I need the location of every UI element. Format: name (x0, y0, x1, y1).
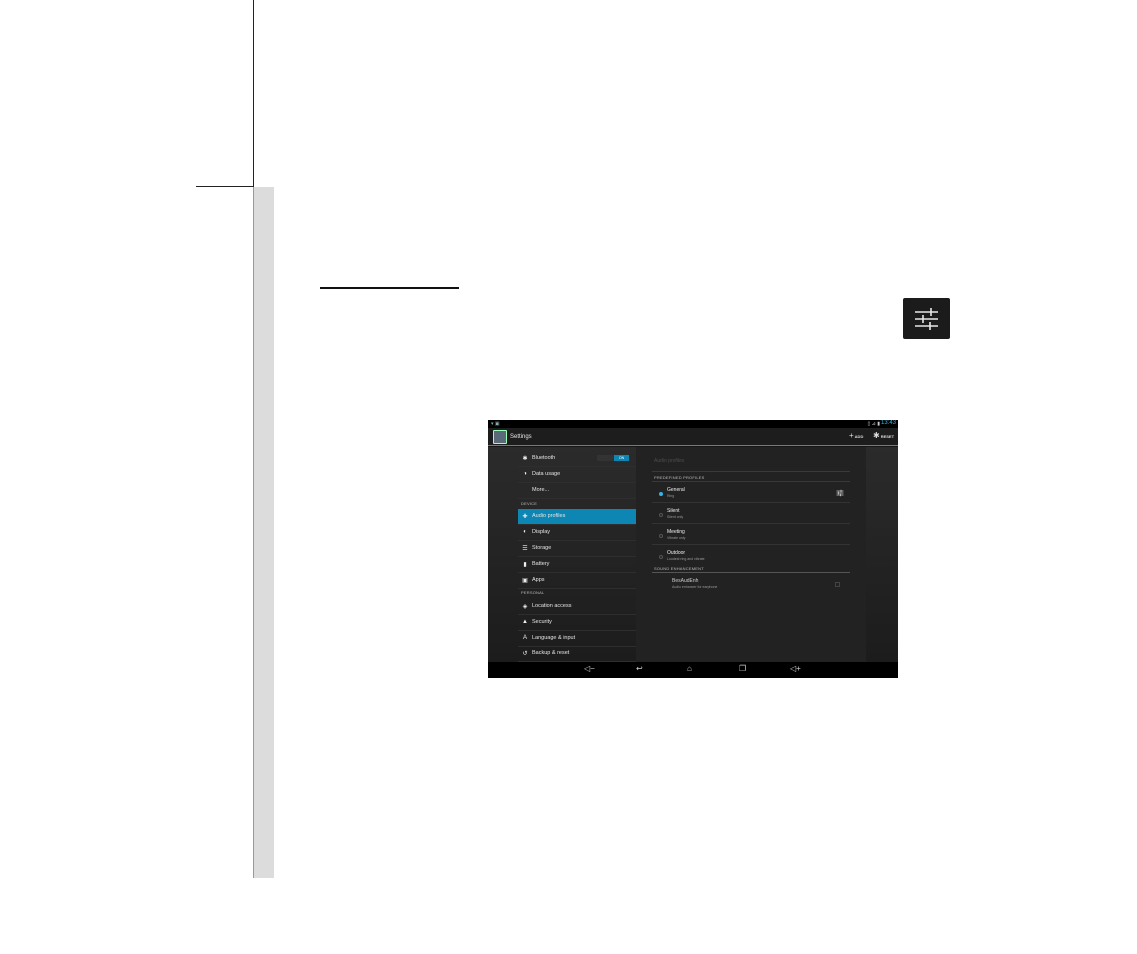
menu-item-storage[interactable]: ☰ Storage (518, 541, 636, 557)
menu-item-audio-profiles[interactable]: ✚ Audio profiles (518, 509, 636, 525)
settings-screenshot: ▾ ▣ ▯ ⊿ ▮ 13:43 Settings + ADD ✱ RESET ✱… (488, 420, 898, 678)
profile-summary: Silent only (667, 515, 684, 519)
menu-item-bluetooth[interactable]: ✱ Bluetooth ON (518, 451, 636, 467)
enhancement-name: BesAudEnh (672, 578, 699, 584)
page-side-gutter (253, 187, 274, 878)
menu-item-label: Backup & reset (532, 650, 570, 657)
audio-profiles-panel: Audio profiles PREDEFINED PROFILES Gener… (636, 447, 866, 662)
menu-item-data-usage[interactable]: ◑ Data usage (518, 467, 636, 483)
settings-app-icon[interactable] (493, 430, 507, 444)
menu-item-battery[interactable]: ▮ Battery (518, 557, 636, 573)
page-vertical-rule (253, 0, 254, 187)
menu-item-label: Data usage (532, 471, 561, 478)
status-left-icons: ▾ ▣ (491, 421, 500, 427)
menu-item-label: Display (532, 529, 551, 536)
storage-icon: ☰ (522, 545, 528, 552)
bluetooth-icon: ✱ (522, 455, 528, 462)
menu-item-more[interactable]: More... (518, 483, 636, 499)
reset-label: RESET (880, 433, 895, 439)
profile-general[interactable]: General Ring (652, 483, 850, 503)
enhancement-summary: Audio enhancer for earphone (672, 585, 718, 589)
profile-summary: Loudest ring and vibrate (667, 557, 705, 561)
profile-name: Outdoor (667, 550, 686, 556)
equalizer-settings-icon[interactable] (836, 489, 844, 497)
menu-item-display[interactable]: ◐ Display (518, 525, 636, 541)
section-predefined-profiles: PREDEFINED PROFILES (654, 475, 705, 480)
profile-summary: Vibrate only (667, 536, 686, 540)
menu-item-label: Audio profiles (532, 513, 566, 520)
menu-item-language-input[interactable]: A Language & input (518, 631, 636, 647)
menu-item-security[interactable]: ▲ Security (518, 615, 636, 631)
app-title: Settings (510, 434, 532, 440)
menu-item-apps[interactable]: ▣ Apps (518, 573, 636, 589)
profile-meeting[interactable]: Meeting Vibrate only (652, 525, 850, 545)
radio-button-selected[interactable] (659, 492, 663, 496)
menu-item-label: Language & input (532, 635, 576, 642)
battery-icon: ▮ (523, 561, 527, 568)
display-icon: ◐ (523, 529, 527, 536)
action-bar: Settings + ADD ✱ RESET (488, 428, 898, 446)
panel-title: Audio profiles (654, 458, 685, 464)
profile-name: Silent (667, 508, 680, 514)
status-bar: ▾ ▣ ▯ ⊿ ▮ 13:43 (488, 420, 898, 428)
enhancement-checkbox[interactable] (835, 582, 840, 587)
reset-button[interactable]: ✱ RESET (873, 431, 895, 440)
audio-profiles-icon: ✚ (522, 513, 528, 520)
volume-up-button[interactable]: ◁+ (790, 664, 801, 674)
menu-item-label: Security (532, 619, 552, 626)
settings-menu: ✱ Bluetooth ON ◑ Data usage More... DEVI… (518, 447, 636, 662)
menu-item-backup-reset[interactable]: ↺ Backup & reset (518, 646, 636, 662)
menu-item-location-access[interactable]: ◈ Location access (518, 599, 636, 615)
radio-button[interactable] (659, 513, 663, 517)
status-right-icons: ▯ ⊿ ▮ (867, 421, 880, 427)
recents-button[interactable]: ❐ (739, 664, 746, 674)
menu-item-label: Battery (532, 561, 550, 568)
section-sound-enhancement: SOUND ENHANCEMENT (654, 566, 704, 571)
add-label: ADD (854, 433, 864, 439)
volume-down-button[interactable]: ◁− (584, 664, 595, 674)
settings-content: ✱ Bluetooth ON ◑ Data usage More... DEVI… (488, 447, 898, 662)
navigation-bar: ◁− ↩ ⌂ ❐ ◁+ (488, 662, 898, 678)
toggle-on-label: ON (614, 455, 629, 461)
sliders-icon (903, 298, 950, 339)
gear-icon: ✱ (873, 431, 880, 440)
menu-item-label: Location access (532, 603, 572, 610)
heading-underline (320, 287, 459, 289)
profile-outdoor[interactable]: Outdoor Loudest ring and vibrate (652, 546, 850, 566)
menu-item-label: More... (532, 487, 550, 494)
apps-icon: ▣ (522, 577, 528, 584)
divider (652, 572, 850, 573)
menu-item-label: Bluetooth (532, 455, 556, 462)
back-button[interactable]: ↩ (636, 664, 643, 674)
menu-item-label: Storage (532, 545, 552, 552)
status-time: 13:43 (880, 420, 896, 426)
profile-silent[interactable]: Silent Silent only (652, 504, 850, 524)
add-button[interactable]: + ADD (849, 431, 864, 440)
menu-item-label: Apps (532, 577, 545, 584)
home-button[interactable]: ⌂ (687, 664, 692, 674)
divider (652, 471, 850, 472)
data-usage-icon: ◑ (523, 471, 527, 478)
radio-button[interactable] (659, 555, 663, 559)
enhancement-besaudenh[interactable]: BesAudEnh Audio enhancer for earphone (652, 574, 850, 594)
lock-icon: ▲ (522, 619, 528, 626)
radio-button[interactable] (659, 534, 663, 538)
plus-icon: + (849, 431, 854, 440)
location-icon: ◈ (522, 603, 528, 610)
divider (652, 481, 850, 482)
bluetooth-toggle[interactable]: ON (597, 455, 629, 461)
profile-name: Meeting (667, 529, 685, 535)
profile-summary: Ring (667, 494, 675, 498)
section-personal: PERSONAL (521, 590, 545, 595)
page-horizontal-rule (196, 186, 254, 187)
language-icon: A (522, 635, 527, 642)
section-device: DEVICE (521, 501, 538, 506)
backup-icon: ↺ (522, 650, 528, 657)
profile-name: General (667, 487, 685, 493)
